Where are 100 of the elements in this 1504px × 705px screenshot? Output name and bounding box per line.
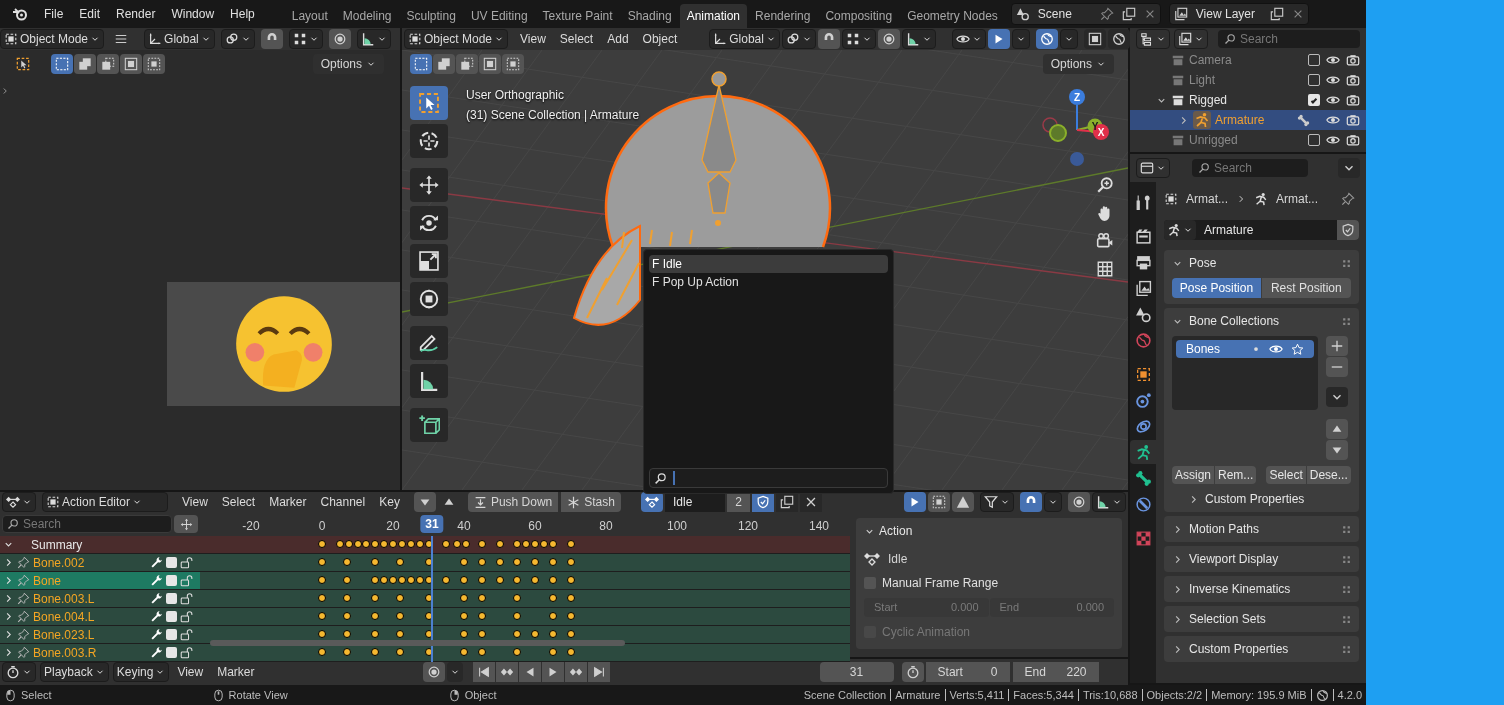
status-stat: Scene Collection	[799, 689, 892, 701]
channel-name: Bone.004.L	[33, 610, 95, 623]
action-name-field[interactable]: Idle	[664, 492, 726, 512]
outliner-item-name: Camera	[1189, 52, 1232, 69]
channel-row[interactable]: Bone.003.R	[0, 644, 200, 662]
panel-header[interactable]: Pose	[1172, 250, 1351, 276]
search-placeholder: Search	[1214, 160, 1253, 177]
list-item[interactable]: Bones	[1176, 340, 1314, 358]
outliner-row[interactable]: Camera	[1130, 50, 1366, 70]
panel-header[interactable]: Inverse Kinematics	[1172, 576, 1351, 602]
status-stat: Tris:10,688	[1078, 689, 1143, 701]
panel-header[interactable]: Selection Sets	[1172, 606, 1351, 632]
header-menu[interactable]: Marker	[211, 662, 261, 682]
panel-button[interactable]: Select	[1266, 466, 1306, 484]
frame-number: -20	[242, 518, 260, 535]
header-menu[interactable]: View	[514, 29, 552, 49]
segment-button[interactable]: Pose Position	[1172, 278, 1261, 298]
panel-header[interactable]: Custom Properties	[1172, 636, 1351, 662]
channel-name: Bone.003.R	[33, 646, 97, 659]
axis-label: Y	[1091, 121, 1099, 132]
outliner-row[interactable]: Light	[1130, 70, 1366, 90]
outliner-row[interactable]: Unrigged	[1130, 130, 1366, 150]
channel-row[interactable]: Bone.023.L	[0, 626, 200, 644]
status-stat: Armature	[891, 689, 946, 701]
workspace-tab[interactable]: Rendering	[748, 4, 818, 28]
mode-dropdown[interactable]: Action Editor	[42, 492, 168, 512]
top-menu[interactable]: Render	[108, 3, 164, 25]
orientation-dropdown[interactable]: Global	[709, 29, 780, 49]
search-field[interactable]: Search	[2, 515, 173, 533]
header-menu[interactable]: View	[176, 492, 214, 512]
search-placeholder: Search	[1240, 31, 1279, 48]
header-menu[interactable]: Channel	[314, 492, 372, 512]
start-frame-field[interactable]: Start 0	[925, 662, 1010, 682]
workspace-tab[interactable]: Animation	[679, 4, 748, 28]
header-menu[interactable]: Select	[215, 492, 262, 512]
workspace-tab[interactable]: Texture Paint	[535, 4, 620, 28]
workspace-tab[interactable]: Modeling	[335, 4, 399, 28]
frame-number: 100	[667, 518, 687, 535]
push-down-button[interactable]: Push Down	[467, 492, 559, 512]
status-stat: Verts:5,411	[945, 689, 1010, 701]
frame-number: 20	[386, 518, 400, 535]
breadcrumb-item[interactable]: Armat...	[1186, 190, 1228, 208]
channel-row[interactable]: Summary	[0, 536, 200, 554]
channel-row[interactable]: Bone.004.L	[0, 608, 200, 626]
breadcrumb-item[interactable]: Armat...	[1276, 190, 1319, 208]
channel-row[interactable]: Bone.002	[0, 554, 200, 572]
action-name: Idle	[888, 551, 908, 568]
top-menu[interactable]: File	[36, 3, 72, 25]
current-frame-field[interactable]: 31	[819, 662, 894, 682]
frame-number: 140	[809, 518, 829, 535]
top-menu[interactable]: Edit	[71, 3, 109, 25]
header-menu[interactable]: View	[171, 662, 210, 682]
frame-number: 40	[457, 518, 471, 535]
mode-dropdown[interactable]: Object Mode	[0, 29, 105, 49]
segment-button[interactable]: Rest Position	[1261, 278, 1351, 298]
current-frame-indicator[interactable]: 31	[420, 515, 444, 533]
header-dropdown[interactable]: Keying	[112, 662, 170, 682]
channel-row[interactable]: Bone.003.L	[0, 590, 200, 608]
panel-header[interactable]: Motion Paths	[1172, 516, 1351, 542]
panel-button[interactable]: Rem...	[1215, 466, 1257, 484]
panel-button[interactable]: Dese...	[1306, 466, 1351, 484]
orientation-dropdown[interactable]: Global	[144, 29, 215, 49]
panel-header[interactable]: Viewport Display	[1172, 546, 1351, 572]
status-stat: Objects:2/2	[1142, 689, 1208, 701]
outliner-row[interactable]: Armature	[1130, 110, 1366, 130]
menu-item[interactable]: F Idle	[649, 255, 888, 273]
header-menu[interactable]: Marker	[263, 492, 313, 512]
header-menu[interactable]: Select	[553, 29, 600, 49]
search-field[interactable]: Search	[1192, 159, 1308, 177]
workspace-tab[interactable]: Sculpting	[399, 4, 463, 28]
stash-button[interactable]: Stash	[561, 492, 621, 512]
top-menu[interactable]: Window	[163, 3, 223, 25]
header-dropdown[interactable]: Playback	[40, 662, 109, 682]
outliner-row[interactable]: Rigged	[1130, 90, 1366, 110]
options-dropdown[interactable]: Options	[312, 54, 384, 74]
workspace-tab[interactable]: Shading	[620, 4, 679, 28]
workspace-tab[interactable]: UV Editing	[463, 4, 535, 28]
search-placeholder: Search	[23, 516, 62, 533]
outliner-item-name: Unrigged	[1189, 132, 1238, 149]
top-menu[interactable]: Help	[222, 3, 263, 25]
header-menu[interactable]: Object	[636, 29, 684, 49]
outliner-item-name: Light	[1189, 72, 1216, 89]
mode-dropdown[interactable]: Object Mode	[404, 29, 509, 49]
workspace-tab[interactable]: Geometry Nodes	[900, 4, 1005, 28]
subpanel-header[interactable]: Custom Properties	[1172, 486, 1351, 512]
panel-button[interactable]: Assign	[1172, 466, 1215, 484]
status-hint: Select	[21, 687, 52, 703]
status-stat: Faces:5,344	[1009, 689, 1079, 701]
checkbox-label[interactable]: Manual Frame Range	[864, 574, 1114, 592]
menu-item[interactable]: F Pop Up Action	[649, 273, 888, 291]
workspace-tab[interactable]: Layout	[284, 4, 335, 28]
axis-label: Z	[1073, 92, 1081, 103]
header-menu[interactable]: Key	[373, 492, 406, 512]
end-frame-field[interactable]: End 220	[1012, 662, 1099, 682]
panel-header[interactable]: Bone Collections	[1172, 308, 1351, 334]
workspace-tab[interactable]: Compositing	[818, 4, 900, 28]
header-menu[interactable]: Add	[601, 29, 635, 49]
search-field[interactable]: Search	[1218, 30, 1360, 48]
axis-label: X	[1097, 127, 1105, 138]
options-dropdown[interactable]: Options	[1042, 54, 1114, 74]
